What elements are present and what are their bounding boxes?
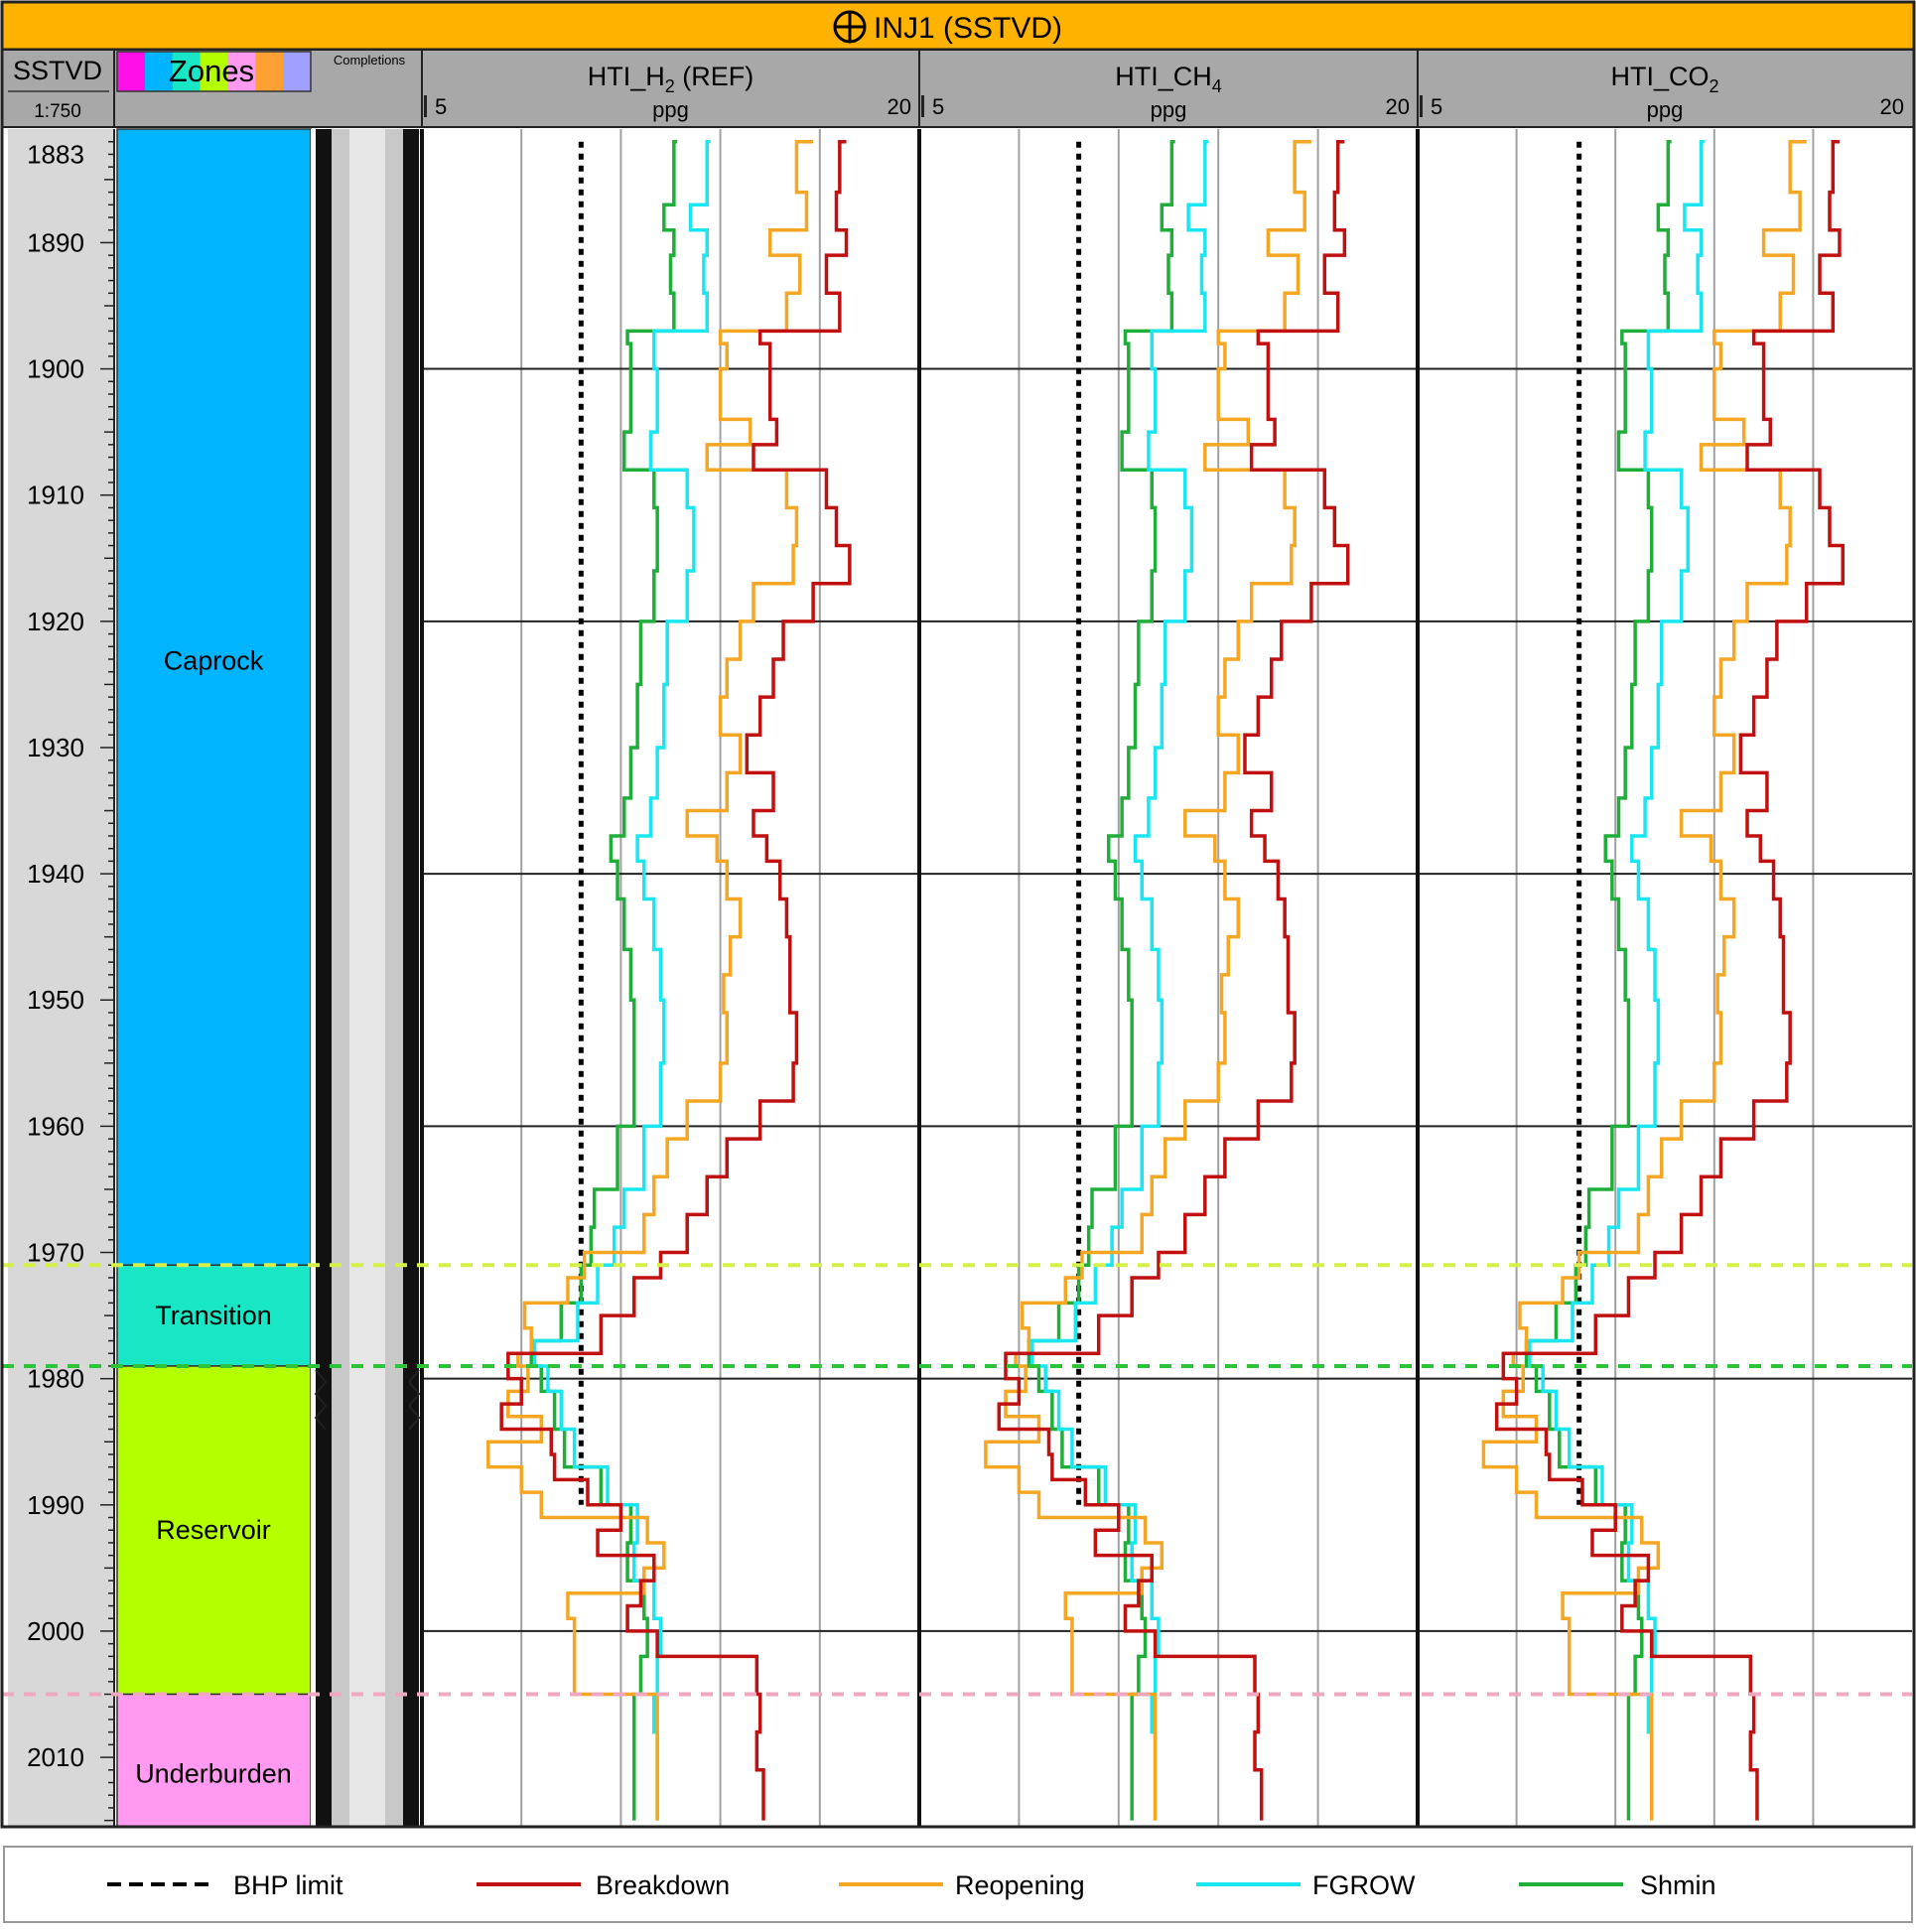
track-title: HTI_CO2 <box>1610 62 1718 96</box>
track-scale-min: 5 <box>932 94 944 119</box>
chart-title: INJ1 (SSTVD) <box>874 12 1062 45</box>
zones-track-label: Zones <box>169 54 254 88</box>
track-title-main: HTI_H <box>588 62 665 91</box>
curve-tracks <box>420 129 1912 1827</box>
depth-tick-label: 1940 <box>27 859 84 889</box>
track-unit-label: ppg <box>652 97 689 122</box>
depth-tick-label: 1920 <box>27 607 84 636</box>
zone-swatch <box>117 52 146 91</box>
legend-label: Breakdown <box>596 1870 730 1900</box>
track-scale-min: 5 <box>435 94 447 119</box>
depth-tick-label: 1970 <box>27 1238 84 1268</box>
depth-tick-label: 2010 <box>27 1742 84 1772</box>
curve-track-background <box>919 129 1418 1827</box>
zone-block <box>116 128 312 1266</box>
track-title-subscript: 2 <box>665 76 675 96</box>
track-scale-marker <box>424 95 427 117</box>
depth-tick-label: 1910 <box>27 481 84 510</box>
curve-track <box>1416 129 1912 1827</box>
completions-track-label: Completions <box>334 53 406 68</box>
zone-label: Caprock <box>164 646 264 676</box>
depth-tick-label: 1883 <box>27 139 84 169</box>
track-title: HTI_CH4 <box>1115 62 1222 96</box>
curve-track-background <box>1418 129 1912 1827</box>
legend-label: FGROW <box>1312 1870 1416 1900</box>
zone-label: Underburden <box>135 1758 292 1788</box>
depth-track-label: SSTVD <box>13 56 102 85</box>
curve-track <box>917 129 1418 1827</box>
legend-label: Reopening <box>955 1870 1085 1900</box>
track-scale-max: 20 <box>1386 94 1410 119</box>
well-log-figure: INJ1 (SSTVD) SSTVD 1:750 Zones Completio… <box>0 0 1916 1927</box>
depth-tick-label: 1980 <box>27 1364 84 1394</box>
zone-label: Reservoir <box>156 1515 271 1545</box>
track-scale-max: 20 <box>1880 94 1904 119</box>
zone-swatch <box>283 52 312 91</box>
depth-tick-label: 1900 <box>27 354 84 384</box>
completions-track <box>311 129 422 1827</box>
curve-track-background <box>422 129 919 1827</box>
track-title-main: HTI_CH <box>1115 62 1212 91</box>
zone-swatch <box>255 52 284 91</box>
track-title-subscript: 2 <box>1710 76 1719 96</box>
depth-scale-label: 1:750 <box>34 101 81 122</box>
track-unit-label: ppg <box>1647 97 1684 122</box>
well-log-chart: INJ1 (SSTVD) SSTVD 1:750 Zones Completio… <box>0 0 1916 1923</box>
legend-label: BHP limit <box>233 1870 343 1900</box>
depth-tick-label: 2000 <box>27 1616 84 1646</box>
track-scale-marker <box>921 95 924 117</box>
depth-tick-label: 1890 <box>27 227 84 257</box>
depth-tick-label: 1960 <box>27 1111 84 1141</box>
zones-track: Caprock Transition Reservoir Underburden <box>116 128 312 1828</box>
track-scale-marker <box>1420 95 1423 117</box>
track-unit-label: ppg <box>1151 97 1187 122</box>
track-scale-max: 20 <box>888 94 911 119</box>
well-crosshair-icon <box>833 10 867 44</box>
depth-tick-label: 1990 <box>27 1490 84 1520</box>
track-scale-min: 5 <box>1431 94 1442 119</box>
curve-track <box>420 129 919 1827</box>
track-title-main: HTI_CO <box>1610 62 1709 91</box>
track-title-subscript: 4 <box>1212 76 1222 96</box>
depth-tick-label: 1950 <box>27 985 84 1015</box>
depth-tick-label: 1930 <box>27 733 84 762</box>
zone-label: Transition <box>155 1301 272 1330</box>
track-title-suffix: (REF) <box>675 62 753 91</box>
legend-label: Shmin <box>1640 1870 1716 1900</box>
